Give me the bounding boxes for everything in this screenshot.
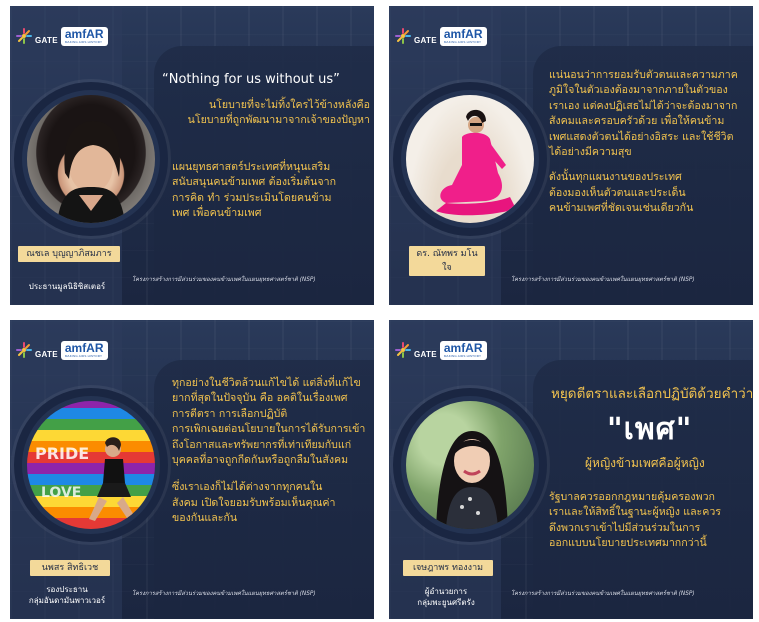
speaker-name: ณชเล บุญญาภิสมภาร [18, 246, 120, 262]
amfar-logo: amfAR MAKING AIDS HISTORY [60, 26, 108, 46]
portrait-photo [406, 401, 534, 529]
gate-logo-text: GATE [414, 35, 437, 45]
project-footer: โครงการสร้างการมีส่วนร่วมของคนข้ามเพศในแ… [511, 277, 695, 283]
gate-logo-icon [395, 28, 411, 44]
amfar-logo: amfAR MAKING AIDS HISTORY [439, 26, 487, 46]
speaker-role: ผู้อำนวยการ กลุ่มพะยูนศรีตรัง [417, 587, 475, 607]
quote-body: นโยบายที่จะไม่ทิ้งใครไว้ข้างหลังคือ นโยบ… [187, 99, 370, 127]
speaker-role: ประธานมูลนิธิซิสเตอร์ [28, 282, 106, 291]
project-footer: โครงการสร้างการมีส่วนร่วมของคนข้ามเพศในแ… [511, 591, 695, 597]
quote-card-1: GATE amfAR MAKING AIDS HISTORY ณชเล บุญญา… [10, 6, 374, 305]
quote-card-2: GATE amfAR MAKING AIDS HISTORY ดร. ณัทพร … [389, 6, 753, 305]
quote-body: รัฐบาลควรออกกฎหมายคุ้มครองพวก เราและให้ส… [549, 491, 721, 550]
gate-logo-icon [16, 28, 32, 44]
partner-logos: GATE amfAR MAKING AIDS HISTORY [16, 335, 110, 365]
portrait-photo [406, 95, 534, 223]
quote-body-2: แผนยุทธศาสตร์ประเทศที่หนุนเสริม สนับสนุน… [172, 161, 336, 220]
partner-logos: GATE amfAR MAKING AIDS HISTORY [16, 21, 110, 51]
highlight-word: "เพศ" [607, 412, 693, 447]
partner-logos: GATE amfAR MAKING AIDS HISTORY [395, 21, 489, 51]
svg-text:LOVE: LOVE [41, 485, 81, 501]
gate-logo-text: GATE [35, 35, 58, 45]
speaker-role: รองประธาน กลุ่มอันดามันพาวเวอร์ [28, 585, 106, 605]
quote-body: ทุกอย่างในชีวิตล้วนแก้ไขได้ แต่สิ่งที่แก… [172, 377, 366, 525]
amfar-logo: amfAR MAKING AIDS HISTORY [439, 340, 487, 360]
quote-body: แน่นอนว่าการยอมรับตัวตนและความภาค ภูมิใจ… [549, 69, 738, 215]
svg-text:PRIDE: PRIDE [35, 444, 89, 463]
portrait-photo: PRIDE LOVE [27, 401, 155, 529]
quote-heading: หยุดตีตราและเลือกปฏิบัติด้วยคำว่า [551, 386, 753, 402]
gate-logo-icon [395, 342, 411, 358]
portrait-photo [27, 95, 155, 223]
speaker-name: เจษฎาพร ทองงาม [403, 560, 493, 576]
quote-subheading: ผู้หญิงข้ามเพศคือผู้หญิง [585, 456, 705, 470]
gate-logo-icon [16, 342, 32, 358]
project-footer: โครงการสร้างการมีส่วนร่วมของคนข้ามเพศในแ… [132, 591, 316, 597]
quote-heading: “Nothing for us without us” [162, 72, 340, 87]
speaker-name: นพสร สิทธิเวช [30, 560, 110, 576]
project-footer: โครงการสร้างการมีส่วนร่วมของคนข้ามเพศในแ… [132, 277, 316, 283]
gate-logo-text: GATE [414, 349, 437, 359]
gate-logo-text: GATE [35, 349, 58, 359]
speaker-name: ดร. ณัทพร มโนใจ [409, 246, 485, 276]
quote-card-3: GATE amfAR MAKING AIDS HISTORY PRIDE LOVE … [10, 320, 374, 619]
amfar-logo: amfAR MAKING AIDS HISTORY [60, 340, 108, 360]
partner-logos: GATE amfAR MAKING AIDS HISTORY [395, 335, 489, 365]
quote-card-4: GATE amfAR MAKING AIDS HISTORY เจษฎาพร ทอ… [389, 320, 753, 619]
